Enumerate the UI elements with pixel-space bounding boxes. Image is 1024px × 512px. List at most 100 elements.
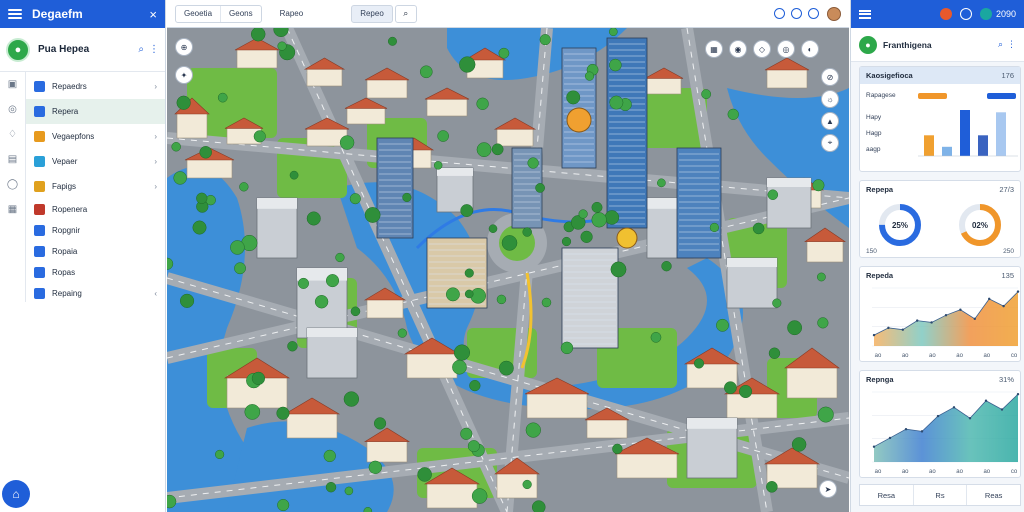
- nav-item[interactable]: Repaing ‹: [26, 283, 165, 304]
- nav-item[interactable]: Vegaepfons ›: [26, 124, 165, 149]
- search-icon[interactable]: ⌕: [394, 4, 417, 23]
- tower: [676, 147, 722, 259]
- nav-item[interactable]: Ropas: [26, 262, 165, 283]
- tree: [199, 146, 212, 159]
- location-fab-button[interactable]: ⌂: [2, 480, 30, 508]
- nav-item-label: Repaing: [52, 289, 82, 298]
- tree: [244, 404, 261, 420]
- card-area-1-value: 135: [1001, 271, 1014, 280]
- nav-item-icon: [34, 181, 45, 192]
- navigation-icon[interactable]: ➤: [819, 480, 837, 498]
- settings-icon[interactable]: [791, 8, 802, 19]
- card-summary-body: Rapagese Hapy Hagp aagp: [860, 84, 1020, 166]
- tree: [772, 298, 782, 308]
- tree: [325, 274, 340, 288]
- more-icon[interactable]: ⋮: [149, 44, 159, 55]
- tree: [591, 201, 603, 213]
- nav-item[interactable]: Repera: [26, 99, 165, 124]
- card-summary-value: 176: [1001, 71, 1014, 80]
- nav-item[interactable]: Ropaia: [26, 241, 165, 262]
- tree: [476, 97, 489, 110]
- tree: [192, 220, 207, 235]
- tree: [306, 211, 321, 226]
- chart-tick-label: ao: [956, 353, 963, 359]
- tree: [727, 108, 739, 120]
- drop-icon[interactable]: ♢: [0, 122, 25, 147]
- chart-tick-label: co: [1011, 353, 1018, 359]
- nav-item[interactable]: Ropenera: [26, 199, 165, 220]
- house: [646, 76, 682, 95]
- tree: [531, 500, 546, 512]
- map-icon[interactable]: ▣: [0, 72, 25, 97]
- tab-2[interactable]: Geons: [221, 6, 261, 22]
- search-icon[interactable]: ⌕: [998, 39, 1003, 50]
- area-point: [973, 317, 976, 321]
- zoom-in-icon[interactable]: ⊕: [175, 38, 193, 56]
- pin-icon[interactable]: ◉: [729, 40, 747, 58]
- menu-icon[interactable]: [859, 9, 871, 19]
- nav-item[interactable]: Repaedrs ›: [26, 74, 165, 99]
- locate-icon[interactable]: ◐: [801, 40, 819, 58]
- tree: [215, 449, 225, 460]
- summary-row-label: aagp: [866, 146, 881, 153]
- layer-toggle-icon[interactable]: ▦: [705, 40, 723, 58]
- notification-icon[interactable]: [808, 8, 819, 19]
- tree: [701, 89, 712, 100]
- globe-icon[interactable]: [979, 8, 992, 20]
- measure-icon[interactable]: ⌖: [821, 134, 839, 152]
- nav-item[interactable]: Vepaer ›: [26, 149, 165, 174]
- tree: [417, 467, 432, 482]
- search-input[interactable]: Repeo: [351, 4, 393, 23]
- tree: [608, 28, 618, 37]
- tree: [323, 449, 336, 463]
- alert-icon[interactable]: [939, 8, 952, 20]
- tree: [766, 481, 778, 493]
- area-point: [872, 445, 876, 448]
- gauge-b: 02%: [957, 202, 1003, 248]
- chart-icon[interactable]: ▤: [0, 147, 25, 172]
- satellite-icon[interactable]: ☼: [821, 90, 839, 108]
- zoom-out-icon[interactable]: ⊘: [821, 68, 839, 86]
- city-map[interactable]: ⊕ ✦ ▦ ◉ ◇ ◎ ◐ ⊘ ☼ ▲ ⌖ ➤: [167, 28, 849, 512]
- tree: [501, 235, 518, 251]
- tree: [817, 317, 829, 329]
- grid-icon[interactable]: ▦: [0, 197, 25, 222]
- tree: [709, 222, 719, 233]
- tree: [612, 443, 623, 455]
- terrain-icon[interactable]: ▲: [821, 112, 839, 130]
- more-icon[interactable]: ⋮: [1007, 39, 1016, 50]
- circle-icon[interactable]: ◯: [0, 172, 25, 197]
- layers-icon[interactable]: [774, 8, 785, 19]
- close-icon[interactable]: ×: [149, 7, 157, 22]
- area-point: [1002, 304, 1005, 308]
- bottom-tab-bar: Resa Rs Reas: [859, 484, 1021, 506]
- area-chart-2: ao ao ao ao ao co: [872, 391, 1020, 475]
- area-chart-1: ao ao ao ao ao co: [872, 287, 1020, 359]
- nav-item-icon: [34, 81, 45, 92]
- bottom-tab-2[interactable]: Rs: [914, 485, 968, 505]
- tree: [591, 212, 607, 228]
- tab-1[interactable]: Geoetia: [176, 5, 222, 22]
- tree: [566, 90, 581, 105]
- bottom-tab-1[interactable]: Resa: [860, 485, 914, 505]
- search-icon[interactable]: ⌕: [138, 44, 144, 55]
- app-name: Pua Hepea: [38, 44, 90, 55]
- target-icon[interactable]: ◎: [0, 97, 25, 122]
- building-roof: [257, 198, 297, 209]
- menu-icon[interactable]: [8, 9, 22, 19]
- tab-3[interactable]: Rapeo: [272, 6, 312, 22]
- compass-icon[interactable]: ✦: [175, 66, 193, 84]
- house: [366, 298, 404, 319]
- search-icon[interactable]: [959, 8, 972, 20]
- tree: [459, 56, 476, 73]
- right-title-bar: 2090: [851, 0, 1024, 28]
- avatar[interactable]: [827, 6, 841, 21]
- chart-tick-label: ao: [956, 469, 963, 475]
- bottom-tab-3[interactable]: Reas: [967, 485, 1020, 505]
- nav-item[interactable]: Ropgnir: [26, 220, 165, 241]
- nav-item[interactable]: Fapigs ›: [26, 174, 165, 199]
- traffic-icon[interactable]: ◎: [777, 40, 795, 58]
- map-canvas[interactable]: [167, 28, 849, 512]
- gauge-b-label: 02%: [971, 220, 988, 230]
- route-icon[interactable]: ◇: [753, 40, 771, 58]
